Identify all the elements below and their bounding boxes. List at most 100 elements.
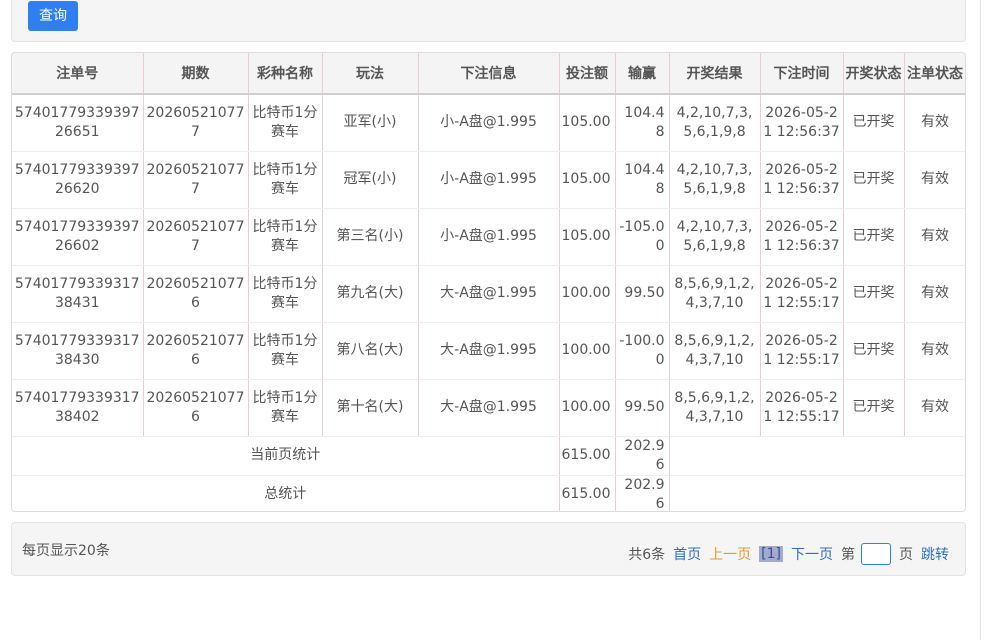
header-play[interactable]: 玩法 <box>322 53 419 95</box>
table-header-row: 注单号 期数 彩种名称 玩法 下注信息 投注额 输赢 开奖结果 下注时间 开奖状… <box>12 53 965 95</box>
win-loss: -100.00 <box>615 322 670 380</box>
win-loss: 99.50 <box>615 265 670 323</box>
draw-result: 8,5,6,9,1,2,4,3,7,10 <box>669 322 761 380</box>
bet-time: 2026-05-21 12:56:37 <box>760 151 844 209</box>
query-button[interactable]: 查询 <box>28 1 78 31</box>
right-scroll-strip <box>980 0 991 640</box>
bet-time: 2026-05-21 12:56:37 <box>760 208 844 266</box>
page-summary-label: 当前页统计 <box>12 436 560 476</box>
period: 202605210776 <box>143 379 249 437</box>
first-page-link[interactable]: 首页 <box>673 544 701 564</box>
order-no: 5740177933931738430 <box>12 322 144 380</box>
page-summary-bet: 615.00 <box>559 436 616 476</box>
header-bet-amount[interactable]: 投注额 <box>559 53 616 95</box>
period: 202605210776 <box>143 322 249 380</box>
total-summary-win: 202.96 <box>615 475 670 511</box>
next-page-link[interactable]: 下一页 <box>791 544 833 564</box>
header-order-status[interactable]: 注单状态 <box>904 53 965 95</box>
bet-time: 2026-05-21 12:56:37 <box>760 94 844 152</box>
draw-status: 已开奖 <box>843 322 905 380</box>
bet-info: 大-A盘@1.995 <box>418 379 560 437</box>
draw-result: 4,2,10,7,3,5,6,1,9,8 <box>669 208 761 266</box>
win-loss: -105.00 <box>615 208 670 266</box>
order-status: 有效 <box>904 208 965 266</box>
draw-status: 已开奖 <box>843 151 905 209</box>
bet-amount: 100.00 <box>559 322 616 380</box>
current-page[interactable]: [1] <box>759 546 783 562</box>
total-summary-row: 总统计 615.00 202.96 <box>12 475 965 511</box>
header-bet-info[interactable]: 下注信息 <box>418 53 560 95</box>
pager: 共6条 首页 上一页 [1] 下一页 第 页 跳转 <box>620 543 949 565</box>
draw-result: 8,5,6,9,1,2,4,3,7,10 <box>669 265 761 323</box>
draw-result: 8,5,6,9,1,2,4,3,7,10 <box>669 379 761 437</box>
table-row: 5740177933931738431 202605210776 比特币1分赛车… <box>12 265 965 323</box>
lottery-name: 比特币1分赛车 <box>248 151 323 209</box>
order-status: 有效 <box>904 151 965 209</box>
header-lottery-name[interactable]: 彩种名称 <box>248 53 323 95</box>
pagination-panel: 每页显示20条 共6条 首页 上一页 [1] 下一页 第 页 跳转 <box>11 522 966 576</box>
table-row: 5740177933939726620 202605210777 比特币1分赛车… <box>12 151 965 209</box>
header-bet-time[interactable]: 下注时间 <box>760 53 844 95</box>
draw-result: 4,2,10,7,3,5,6,1,9,8 <box>669 151 761 209</box>
bet-table-container: 注单号 期数 彩种名称 玩法 下注信息 投注额 输赢 开奖结果 下注时间 开奖状… <box>11 52 966 512</box>
bet-info: 大-A盘@1.995 <box>418 322 560 380</box>
table-row: 5740177933931738430 202605210776 比特币1分赛车… <box>12 322 965 380</box>
order-no: 5740177933939726651 <box>12 94 144 152</box>
bet-time: 2026-05-21 12:55:17 <box>760 379 844 437</box>
lottery-name: 比特币1分赛车 <box>248 208 323 266</box>
order-no: 5740177933931738431 <box>12 265 144 323</box>
total-summary-bet: 615.00 <box>559 475 616 511</box>
draw-status: 已开奖 <box>843 379 905 437</box>
win-loss: 99.50 <box>615 379 670 437</box>
total-summary-label: 总统计 <box>12 475 560 511</box>
lottery-name: 比特币1分赛车 <box>248 265 323 323</box>
total-count: 共6条 <box>628 547 666 563</box>
play: 第十名(大) <box>322 379 419 437</box>
bet-info: 小-A盘@1.995 <box>418 208 560 266</box>
bet-amount: 105.00 <box>559 208 616 266</box>
lottery-name: 比特币1分赛车 <box>248 94 323 152</box>
order-status: 有效 <box>904 322 965 380</box>
play: 第八名(大) <box>322 322 419 380</box>
goto-page-input[interactable] <box>861 543 891 565</box>
order-status: 有效 <box>904 265 965 323</box>
bet-amount: 100.00 <box>559 379 616 437</box>
header-draw-result[interactable]: 开奖结果 <box>669 53 761 95</box>
page-summary-row: 当前页统计 615.00 202.96 <box>12 436 965 476</box>
goto-suffix: 页 <box>899 547 913 563</box>
total-summary-empty <box>669 475 965 511</box>
order-no: 5740177933939726620 <box>12 151 144 209</box>
bet-table: 注单号 期数 彩种名称 玩法 下注信息 投注额 输赢 开奖结果 下注时间 开奖状… <box>12 53 965 511</box>
bet-time: 2026-05-21 12:55:17 <box>760 265 844 323</box>
lottery-name: 比特币1分赛车 <box>248 379 323 437</box>
header-order-no[interactable]: 注单号 <box>12 53 144 95</box>
page-summary-win: 202.96 <box>615 436 670 476</box>
play: 冠军(小) <box>322 151 419 209</box>
draw-status: 已开奖 <box>843 208 905 266</box>
bet-info: 小-A盘@1.995 <box>418 151 560 209</box>
page-summary-empty <box>669 436 965 476</box>
header-period[interactable]: 期数 <box>143 53 249 95</box>
header-draw-status[interactable]: 开奖状态 <box>843 53 905 95</box>
period: 202605210776 <box>143 265 249 323</box>
bet-amount: 105.00 <box>559 151 616 209</box>
bet-amount: 105.00 <box>559 94 616 152</box>
table-row: 5740177933939726602 202605210777 比特币1分赛车… <box>12 208 965 266</box>
prev-page-link[interactable]: 上一页 <box>709 544 751 564</box>
play: 亚军(小) <box>322 94 419 152</box>
order-status: 有效 <box>904 379 965 437</box>
header-win-loss[interactable]: 输赢 <box>615 53 670 95</box>
table-row: 5740177933931738402 202605210776 比特币1分赛车… <box>12 379 965 437</box>
play: 第九名(大) <box>322 265 419 323</box>
period: 202605210777 <box>143 151 249 209</box>
order-no: 5740177933931738402 <box>12 379 144 437</box>
order-status: 有效 <box>904 94 965 152</box>
draw-status: 已开奖 <box>843 265 905 323</box>
draw-result: 4,2,10,7,3,5,6,1,9,8 <box>669 94 761 152</box>
play: 第三名(小) <box>322 208 419 266</box>
win-loss: 104.48 <box>615 94 670 152</box>
order-no: 5740177933939726602 <box>12 208 144 266</box>
table-row: 5740177933939726651 202605210777 比特币1分赛车… <box>12 94 965 152</box>
jump-link[interactable]: 跳转 <box>921 544 949 564</box>
win-loss: 104.48 <box>615 151 670 209</box>
